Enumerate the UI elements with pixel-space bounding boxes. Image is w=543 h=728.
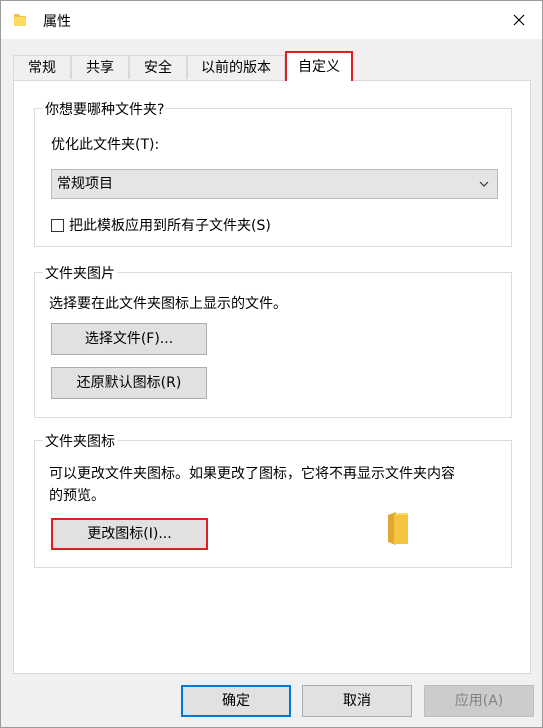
folder-pictures-group: 文件夹图片 选择要在此文件夹图标上显示的文件。 选择文件(F)... 还原默认图… bbox=[34, 263, 512, 418]
optimize-selected-value: 常规项目 bbox=[57, 176, 113, 192]
properties-dialog: 属性 常规 共享 安全 以前的版本 自定义 你想要哪种文件夹? 优化此文件夹(T… bbox=[0, 0, 543, 728]
folder-pictures-title: 文件夹图片 bbox=[43, 263, 117, 283]
apply-subfolders-checkbox-row[interactable]: 把此模板应用到所有子文件夹(S) bbox=[51, 215, 271, 235]
close-button[interactable] bbox=[496, 1, 542, 39]
close-icon bbox=[513, 14, 525, 26]
window-title: 属性 bbox=[43, 14, 71, 30]
tab-customize[interactable]: 自定义 bbox=[285, 51, 353, 81]
ok-button[interactable]: 确定 bbox=[181, 685, 291, 717]
optimize-label: 优化此文件夹(T): bbox=[51, 137, 160, 153]
folder-type-group: 你想要哪种文件夹? 优化此文件夹(T): 常规项目 把此模板应用到所有子文件夹(… bbox=[34, 99, 512, 247]
title-bar: 属性 bbox=[1, 1, 542, 39]
apply-subfolders-label: 把此模板应用到所有子文件夹(S) bbox=[69, 218, 271, 234]
chevron-down-icon bbox=[479, 181, 489, 187]
tab-previous-versions[interactable]: 以前的版本 bbox=[187, 55, 285, 79]
change-icon-button[interactable]: 更改图标(I)... bbox=[51, 518, 208, 550]
choose-file-button[interactable]: 选择文件(F)... bbox=[51, 323, 207, 355]
folder-icon bbox=[14, 14, 26, 26]
tab-security[interactable]: 安全 bbox=[129, 55, 187, 79]
tab-sharing[interactable]: 共享 bbox=[71, 55, 129, 79]
folder-pictures-description: 选择要在此文件夹图标上显示的文件。 bbox=[49, 296, 287, 312]
apply-button[interactable]: 应用(A) bbox=[424, 685, 534, 717]
folder-icons-title: 文件夹图标 bbox=[43, 431, 117, 451]
tab-general[interactable]: 常规 bbox=[13, 55, 71, 79]
cancel-button[interactable]: 取消 bbox=[302, 685, 412, 717]
customize-panel: 你想要哪种文件夹? 优化此文件夹(T): 常规项目 把此模板应用到所有子文件夹(… bbox=[13, 80, 531, 674]
folder-type-title: 你想要哪种文件夹? bbox=[43, 99, 167, 119]
apply-subfolders-checkbox[interactable] bbox=[51, 218, 64, 232]
optimize-dropdown[interactable]: 常规项目 bbox=[51, 169, 498, 199]
folder-icons-description-line2: 的预览。 bbox=[49, 488, 105, 504]
folder-icons-group: 文件夹图标 可以更改文件夹图标。如果更改了图标，它将不再显示文件夹内容 的预览。… bbox=[34, 431, 512, 568]
folder-preview-icon bbox=[388, 512, 408, 545]
restore-default-button[interactable]: 还原默认图标(R) bbox=[51, 367, 207, 399]
folder-icons-description-line1: 可以更改文件夹图标。如果更改了图标，它将不再显示文件夹内容 bbox=[49, 466, 455, 482]
